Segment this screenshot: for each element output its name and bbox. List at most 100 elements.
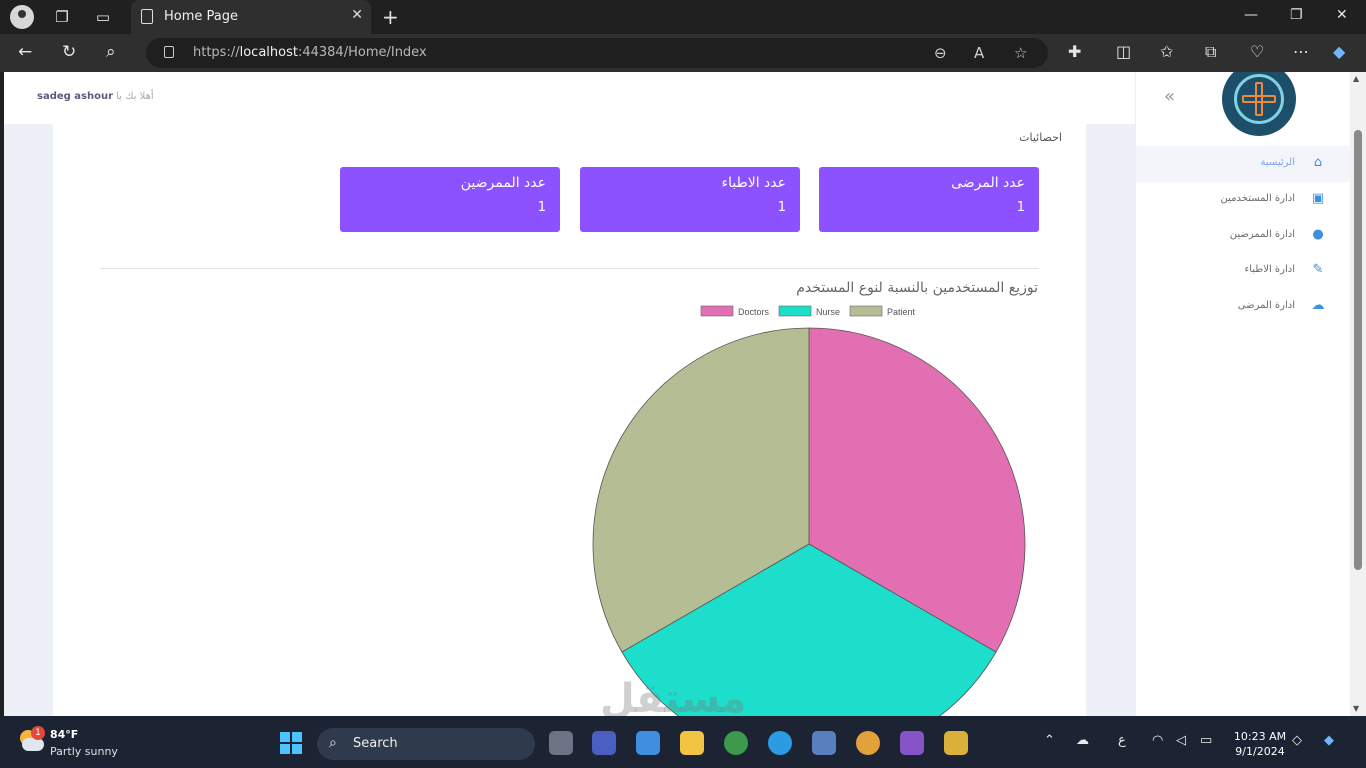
taskbar-search[interactable]: ⌕ Search xyxy=(317,728,535,760)
copilot-icon[interactable]: ◆ xyxy=(1333,42,1345,61)
chrome-profile-icon[interactable] xyxy=(856,731,880,755)
volume-icon[interactable]: ◁ xyxy=(1176,733,1186,748)
profile-icon[interactable] xyxy=(10,5,34,29)
user-folder-icon: ▣ xyxy=(1311,191,1325,206)
stat-label: عدد الاطباء xyxy=(721,175,786,191)
address-bar[interactable]: https://localhost:44384/Home/Index ⊖ A ☆ xyxy=(146,38,1048,68)
legend-label-nurse[interactable]: Nurse xyxy=(816,307,840,317)
notifications-icon[interactable]: ◇ xyxy=(1292,733,1302,748)
section-title: احصائيات xyxy=(1019,131,1062,144)
sidebar-item-nurses[interactable]: ادارة الممرضين ● xyxy=(1136,218,1350,254)
edit-icon: ✎ xyxy=(1312,262,1324,277)
file-explorer-icon[interactable] xyxy=(680,731,704,755)
stat-value: 1 xyxy=(777,200,786,215)
main-content: احصائيات عدد المرضى 1 عدد الاطباء 1 عدد … xyxy=(53,124,1086,716)
scroll-down-icon[interactable]: ▼ xyxy=(1353,704,1359,713)
chrome-icon[interactable] xyxy=(724,731,748,755)
user-greeting: sadeg ashour أهلا بك يا xyxy=(37,91,154,102)
sidebar-item-label: ادارة الاطباء xyxy=(1244,264,1295,275)
stat-value: 1 xyxy=(537,200,546,215)
tray-chevron-icon[interactable]: ⌃ xyxy=(1044,733,1055,748)
stat-card-nurses: عدد الممرضين 1 xyxy=(340,167,560,232)
page-scrollbar[interactable]: ▲ ▼ xyxy=(1350,72,1366,716)
remote-desktop-icon[interactable] xyxy=(812,731,836,755)
tool-app-icon[interactable] xyxy=(944,731,968,755)
sidebar-item-users[interactable]: ادارة المستخدمين ▣ xyxy=(1136,182,1350,218)
new-tab-icon[interactable]: + xyxy=(382,5,399,29)
more-icon[interactable]: ⋯ xyxy=(1293,42,1309,61)
search-icon[interactable]: ⌕ xyxy=(106,42,116,62)
stat-value: 1 xyxy=(1016,200,1025,215)
web-page: sadeg ashour أهلا بك يا احصائيات عدد الم… xyxy=(4,72,1350,716)
battery-icon[interactable]: ▭ xyxy=(1200,733,1212,748)
workspaces-icon[interactable]: ❐ xyxy=(52,7,72,27)
health-icon[interactable]: ♡ xyxy=(1250,42,1264,61)
address-bar-row: ← ↻ ⌕ https://localhost:44384/Home/Index… xyxy=(0,34,1366,72)
pie-chart: Doctors Nurse Patient xyxy=(592,305,1026,716)
sidebar-item-patients[interactable]: ادارة المرضى ☁ xyxy=(1136,289,1350,325)
task-view-icon[interactable] xyxy=(549,731,573,755)
sidebar-item-label: ادارة المستخدمين xyxy=(1220,193,1296,204)
scroll-up-icon[interactable]: ▲ xyxy=(1353,74,1359,83)
weather-badge: 1 xyxy=(31,726,45,740)
language-indicator[interactable]: ع xyxy=(1118,733,1126,748)
stat-card-patients: عدد المرضى 1 xyxy=(819,167,1039,232)
cloud-icon: ☁ xyxy=(1311,298,1325,313)
refresh-icon[interactable]: ↻ xyxy=(62,42,76,62)
favorites-icon[interactable]: ✩ xyxy=(1160,42,1173,61)
legend-label-patient[interactable]: Patient xyxy=(887,307,916,317)
browser-tab[interactable]: Home Page ✕ xyxy=(131,0,371,34)
sidebar-item-label: الرئيسية xyxy=(1260,157,1295,168)
username: sadeg ashour xyxy=(37,91,114,102)
lock-icon[interactable] xyxy=(164,46,174,58)
read-aloud-icon[interactable]: A xyxy=(974,44,984,62)
page-icon xyxy=(141,9,153,24)
browser-tab-bar: ❐ ▭ Home Page ✕ + — ❐ ✕ xyxy=(0,0,1366,34)
search-icon: ⌕ xyxy=(329,735,337,751)
scrollbar-thumb[interactable] xyxy=(1354,130,1362,570)
tab-title: Home Page xyxy=(164,9,238,24)
minimize-icon[interactable]: — xyxy=(1244,7,1258,23)
close-tab-icon[interactable]: ✕ xyxy=(351,7,363,23)
zoom-icon[interactable]: ⊖ xyxy=(934,44,947,62)
sidebar-item-doctors[interactable]: ادارة الاطباء ✎ xyxy=(1136,253,1350,289)
legend-swatch-patient[interactable] xyxy=(849,305,883,317)
date: 9/1/2024 xyxy=(1235,745,1285,758)
legend-swatch-nurse[interactable] xyxy=(778,305,812,317)
favorite-star-icon[interactable]: ☆ xyxy=(1014,44,1027,62)
restore-icon[interactable]: ❐ xyxy=(1290,7,1303,23)
copilot-taskbar-icon[interactable]: ◆ xyxy=(1324,733,1334,748)
divider xyxy=(100,268,1039,269)
onedrive-icon[interactable]: ☁ xyxy=(1076,733,1089,748)
legend-swatch-doctors[interactable] xyxy=(700,305,734,317)
search-label: Search xyxy=(353,736,398,751)
teams-icon[interactable] xyxy=(592,731,616,755)
chart-title: توزيع المستخدمين بالنسبة لنوع المستخدم xyxy=(796,280,1038,296)
tab-actions-icon[interactable]: ▭ xyxy=(93,7,113,27)
home-icon: ⌂ xyxy=(1313,155,1323,170)
extensions-icon[interactable]: ✚ xyxy=(1068,42,1081,61)
store-icon[interactable] xyxy=(636,731,660,755)
split-screen-icon[interactable]: ◫ xyxy=(1116,42,1131,61)
close-window-icon[interactable]: ✕ xyxy=(1336,7,1348,23)
start-icon[interactable] xyxy=(280,732,302,754)
sidebar-item-label: ادارة الممرضين xyxy=(1229,229,1295,240)
collapse-sidebar-icon[interactable]: « xyxy=(1164,86,1175,107)
weather-condition[interactable]: Partly sunny xyxy=(50,745,118,758)
greeting-text: أهلا بك يا xyxy=(116,91,154,102)
nurse-icon: ● xyxy=(1312,227,1324,242)
stat-label: عدد المرضى xyxy=(951,175,1025,191)
top-header: sadeg ashour أهلا بك يا xyxy=(4,72,1135,124)
collections-icon[interactable]: ⧉ xyxy=(1205,42,1216,62)
sidebar-item-label: ادارة المرضى xyxy=(1237,300,1295,311)
url-text[interactable]: https://localhost:44384/Home/Index xyxy=(193,45,427,60)
edge-icon[interactable] xyxy=(768,731,792,755)
stat-card-doctors: عدد الاطباء 1 xyxy=(580,167,800,232)
wifi-icon[interactable]: ◠ xyxy=(1152,733,1163,748)
temperature[interactable]: 84°F xyxy=(50,728,78,741)
sidebar-item-home[interactable]: الرئيسية ⌂ xyxy=(1136,146,1350,182)
visual-studio-icon[interactable] xyxy=(900,731,924,755)
clock[interactable]: 10:23 AM 9/1/2024 xyxy=(1232,729,1288,759)
legend-label-doctors[interactable]: Doctors xyxy=(738,307,770,317)
back-icon[interactable]: ← xyxy=(18,42,32,62)
